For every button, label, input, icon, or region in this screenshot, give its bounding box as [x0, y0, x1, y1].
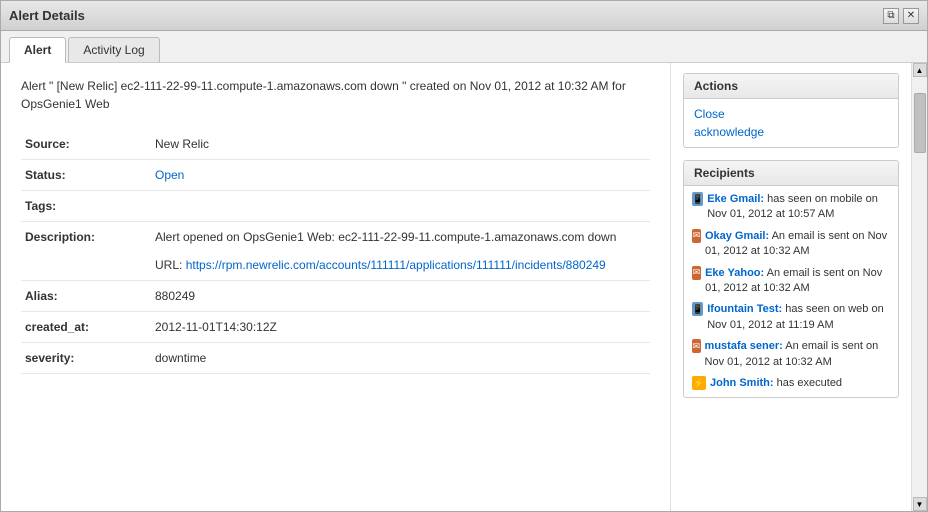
list-item: ✉ mustafa sener: An email is sent on Nov…: [692, 339, 890, 370]
source-value: New Relic: [151, 129, 650, 160]
recipients-box: Recipients 📱 Eke Gmail: has seen on mobi…: [683, 160, 899, 398]
status-label: Status:: [21, 160, 151, 191]
table-row: created_at: 2012-11-01T14:30:12Z: [21, 312, 650, 343]
status-badge: Open: [155, 168, 184, 182]
tab-alert[interactable]: Alert: [9, 37, 66, 63]
email-icon: ✉: [692, 339, 701, 353]
dialog-controls: ⧉ ✕: [883, 8, 919, 24]
actions-box: Actions Close acknowledge: [683, 73, 899, 148]
scroll-up-button[interactable]: ▲: [913, 63, 927, 77]
scroll-down-button[interactable]: ▼: [913, 497, 927, 511]
tags-label: Tags:: [21, 191, 151, 222]
recipient-name: Ifountain Test:: [707, 303, 782, 315]
acknowledge-button[interactable]: acknowledge: [694, 125, 888, 139]
list-item: 📱 Eke Gmail: has seen on mobile on Nov 0…: [692, 192, 890, 223]
actions-header: Actions: [684, 74, 898, 99]
table-row: severity: downtime: [21, 343, 650, 374]
severity-label: severity:: [21, 343, 151, 374]
actions-body: Close acknowledge: [684, 99, 898, 147]
tab-bar: Alert Activity Log: [1, 31, 927, 63]
recipient-name: Okay Gmail:: [705, 230, 769, 242]
severity-value: downtime: [151, 343, 650, 374]
mobile-icon: 📱: [692, 192, 703, 206]
close-alert-button[interactable]: Close: [694, 107, 888, 121]
execute-icon: ⚡: [692, 376, 706, 390]
recipient-name: mustafa sener:: [705, 340, 783, 352]
table-row: Alias: 880249: [21, 281, 650, 312]
status-value: Open: [151, 160, 650, 191]
table-row: Status: Open: [21, 160, 650, 191]
dialog-body: Alert " [New Relic] ec2-111-22-99-11.com…: [1, 63, 927, 511]
dialog-header: Alert Details ⧉ ✕: [1, 1, 927, 31]
created-at-value: 2012-11-01T14:30:12Z: [151, 312, 650, 343]
recipients-header: Recipients: [684, 161, 898, 186]
scrollbar[interactable]: ▲ ▼: [911, 63, 927, 511]
tab-activity-log[interactable]: Activity Log: [68, 37, 159, 62]
table-row: Tags:: [21, 191, 650, 222]
recipients-body: 📱 Eke Gmail: has seen on mobile on Nov 0…: [684, 186, 898, 397]
mobile-icon: 📱: [692, 302, 703, 316]
alias-label: Alias:: [21, 281, 151, 312]
created-at-label: created_at:: [21, 312, 151, 343]
list-item: ⚡ John Smith: has executed: [692, 376, 890, 391]
alert-details-dialog: Alert Details ⧉ ✕ Alert Activity Log Ale…: [0, 0, 928, 512]
recipient-name: Eke Yahoo:: [705, 267, 764, 279]
restore-button[interactable]: ⧉: [883, 8, 899, 24]
description-label: Description:: [21, 222, 151, 281]
table-row: Description: Alert opened on OpsGenie1 W…: [21, 222, 650, 281]
recipient-name: Eke Gmail:: [707, 193, 764, 205]
email-icon: ✉: [692, 266, 701, 280]
detail-table: Source: New Relic Status: Open Tags:: [21, 129, 650, 374]
dialog-title: Alert Details: [9, 8, 85, 23]
list-item: ✉ Eke Yahoo: An email is sent on Nov 01,…: [692, 266, 890, 297]
close-dialog-button[interactable]: ✕: [903, 8, 919, 24]
alert-summary: Alert " [New Relic] ec2-111-22-99-11.com…: [21, 77, 650, 113]
source-label: Source:: [21, 129, 151, 160]
description-value: Alert opened on OpsGenie1 Web: ec2-111-2…: [151, 222, 650, 281]
description-url[interactable]: https://rpm.newrelic.com/accounts/111111…: [186, 258, 606, 272]
alias-value: 880249: [151, 281, 650, 312]
list-item: ✉ Okay Gmail: An email is sent on Nov 01…: [692, 229, 890, 260]
table-row: Source: New Relic: [21, 129, 650, 160]
email-icon: ✉: [692, 229, 701, 243]
tags-value: [151, 191, 650, 222]
recipient-name: John Smith:: [710, 377, 774, 389]
main-content: Alert " [New Relic] ec2-111-22-99-11.com…: [1, 63, 671, 511]
scrollbar-thumb[interactable]: [914, 93, 926, 153]
list-item: 📱 Ifountain Test: has seen on web on Nov…: [692, 302, 890, 333]
sidebar: Actions Close acknowledge Recipients 📱 E…: [671, 63, 911, 511]
